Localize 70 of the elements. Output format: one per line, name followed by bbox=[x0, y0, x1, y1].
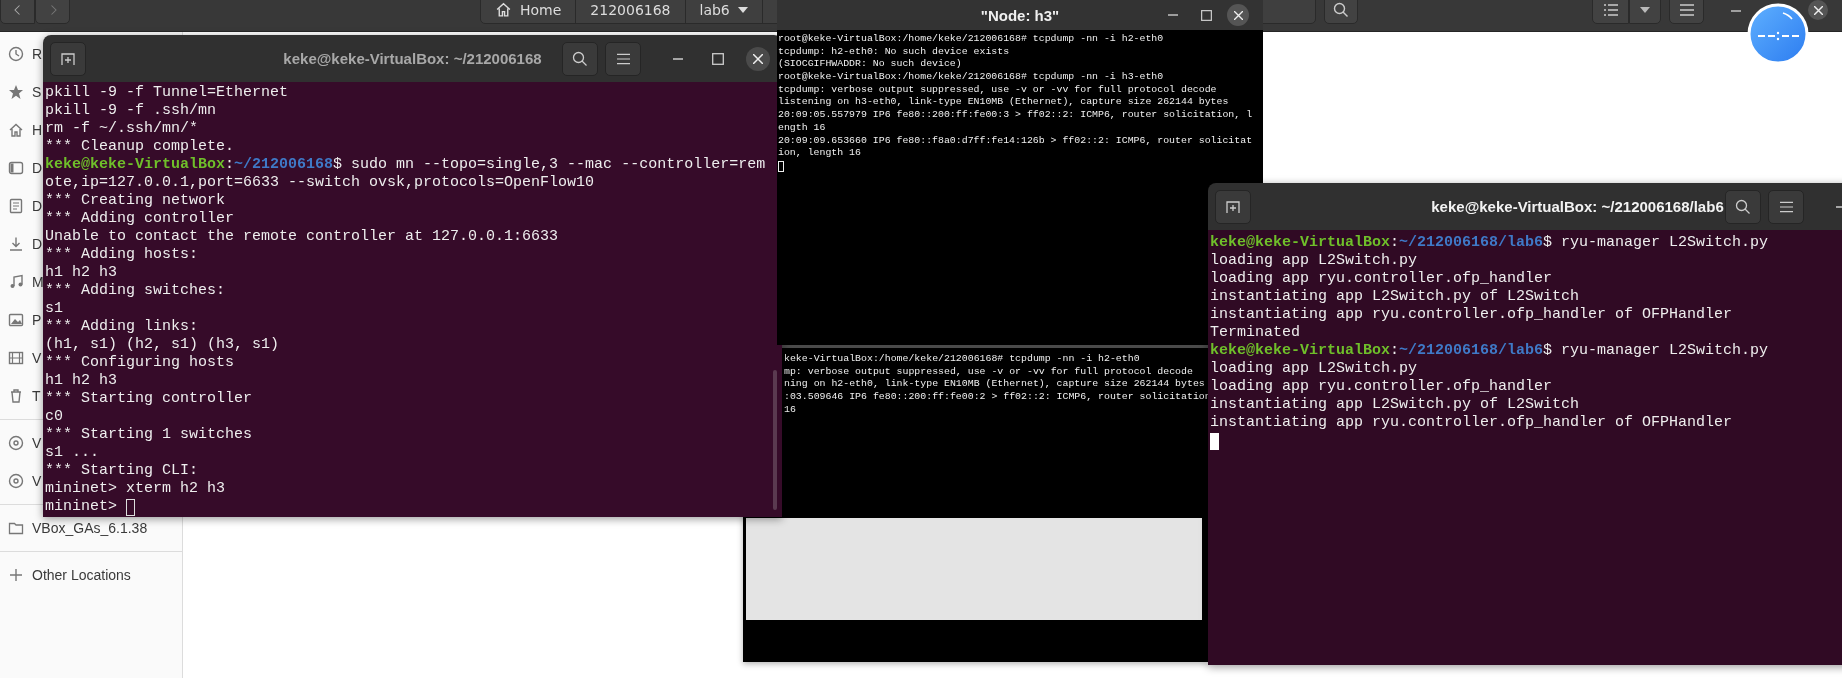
terminal-line: loading app ryu.controller.ofp_handler bbox=[1210, 378, 1553, 396]
terminal-line: listening on h3-eth0, link-type EN10MB (Ethernet), capture size 262144 bytes bbox=[778, 96, 1229, 110]
terminal-line: h1 h2 h3 bbox=[45, 372, 117, 390]
sidebar-item[interactable]: V bbox=[32, 350, 42, 366]
terminal-line: root@keke-VirtualBox:/home/keke/212006168# tcpdump -nn -i h2-eth0 bbox=[778, 33, 1164, 46]
terminal-line: pkill -9 -f Tunnel=Ethernet bbox=[45, 84, 289, 102]
terminal-line: pkill -9 -f .ssh/mn bbox=[45, 102, 217, 120]
terminal-line: rm -f ~/.ssh/mn/* bbox=[45, 120, 199, 138]
terminal-line: *** Configuring hosts bbox=[45, 354, 235, 372]
path-button[interactable]: lab6 bbox=[685, 0, 763, 23]
terminal-line: instantiating app ryu.controller.ofp_handler of OFPHandler bbox=[1210, 414, 1733, 432]
terminal-line: ion, length 16 bbox=[778, 147, 861, 160]
sidebar-item[interactable]: T bbox=[32, 388, 41, 404]
terminal-line: c0 bbox=[45, 408, 63, 426]
terminal-line: :03.509646 IP6 fe80::200:ff:fe00:2 > ff02::2: ICMP6, router solicitation bbox=[784, 391, 1211, 404]
path-button[interactable]: 212006168 bbox=[576, 0, 686, 23]
path-button[interactable]: Home bbox=[481, 0, 577, 23]
terminal-line: instantiating app L2Switch.py of L2Switch bbox=[1210, 396, 1580, 414]
terminal-line: ote,ip=127.0.0.1,port=6633 --switch ovsk,protocols=OpenFlow10 bbox=[45, 174, 595, 192]
terminal-line: root@keke-VirtualBox:/home/keke/212006168# tcpdump -nn -i h3-eth0 bbox=[778, 71, 1164, 84]
terminal-line: Terminated bbox=[1210, 324, 1300, 342]
terminal-line: keke@keke-VirtualBox:~/212006168/lab6$ ryu-manager L2Switch.py bbox=[1210, 234, 1769, 252]
sidebar-item[interactable]: S bbox=[32, 84, 42, 100]
terminal-line: keke@keke-VirtualBox:~/212006168$ sudo mn --topo=single,3 --mac --controller=rem bbox=[45, 156, 766, 174]
sidebar-item[interactable]: VBox_GAs_6.1.38 bbox=[32, 520, 148, 536]
sidebar-item[interactable]: D bbox=[32, 236, 43, 252]
terminal-line: *** Creating network bbox=[45, 192, 226, 210]
terminal-line: Unable to contact the remote controller at 127.0.0.1:6633 bbox=[45, 228, 559, 246]
terminal-line: mp: verbose output suppressed, use -v or -vv for full protocol decode bbox=[784, 365, 1193, 379]
terminal-line: *** Adding links: bbox=[45, 318, 199, 336]
terminal-line: keke-VirtualBox:/home/keke/212006168# tcpdump -nn -i h2-eth0 bbox=[784, 353, 1140, 366]
terminal-line: *** Cleanup complete. bbox=[45, 138, 235, 156]
sidebar-item[interactable]: V bbox=[32, 435, 42, 451]
sidebar-item[interactable]: Other Locations bbox=[32, 567, 131, 583]
terminal-line: ength 16 bbox=[778, 121, 826, 135]
window-title: "Node: h3" bbox=[980, 6, 1060, 24]
terminal-line: *** Adding controller bbox=[45, 210, 235, 228]
terminal-line: (SIOCGIFHWADDR: No such device) bbox=[778, 58, 962, 72]
terminal-line: s1 bbox=[45, 300, 63, 318]
terminal-line: 20:09:05.557979 IP6 fe80::200:ff:fe00:3 > ff02::2: ICMP6, router solicitation, l bbox=[778, 109, 1253, 122]
terminal-line: instantiating app ryu.controller.ofp_handler of OFPHandler bbox=[1210, 306, 1733, 324]
terminal-line: mininet> xterm h2 h3 bbox=[45, 480, 226, 498]
terminal-line: loading app ryu.controller.ofp_handler bbox=[1210, 270, 1553, 288]
terminal-line: *** Starting 1 switches bbox=[45, 426, 253, 444]
terminal-line: *** Adding hosts: bbox=[45, 246, 199, 264]
terminal-line: keke@keke-VirtualBox:~/212006168/lab6$ ryu-manager L2Switch.py bbox=[1210, 342, 1769, 360]
terminal-line: 16 bbox=[784, 403, 796, 417]
sidebar-item[interactable]: V bbox=[32, 473, 42, 489]
terminal-line: s1 ... bbox=[45, 444, 99, 462]
window-title: keke@keke-VirtualBox: ~/212006168/lab6 bbox=[1431, 198, 1724, 215]
terminal-line: *** Adding switches: bbox=[45, 282, 226, 300]
terminal-line: loading app L2Switch.py bbox=[1210, 252, 1418, 270]
terminal-line: ning on h2-eth0, link-type EN10MB (Ethernet), capture size 262144 bytes bbox=[784, 378, 1205, 392]
terminal-line: *** Starting CLI: bbox=[45, 462, 199, 480]
terminal-line: h1 h2 h3 bbox=[45, 264, 117, 282]
sidebar-item[interactable]: R bbox=[32, 46, 43, 62]
terminal-line: mininet> bbox=[45, 498, 117, 516]
terminal-line: tcpdump: h2-eth0: No such device exists bbox=[778, 45, 1010, 59]
sidebar-item[interactable]: P bbox=[32, 312, 42, 328]
sidebar-item[interactable]: M bbox=[32, 274, 44, 290]
window-title: keke@keke-VirtualBox: ~/212006168 bbox=[283, 50, 542, 67]
terminal-line: 20:09:09.653660 IP6 fe80::f8a0:d7ff:fe14:126b > ff02::2: ICMP6, router solicitat bbox=[778, 134, 1253, 148]
terminal-line: tcpdump: verbose output suppressed, use -v or -vv for full protocol decode bbox=[778, 83, 1217, 97]
sidebar-item[interactable]: D bbox=[32, 198, 43, 214]
sidebar-item[interactable]: D bbox=[32, 160, 43, 176]
terminal-line: loading app L2Switch.py bbox=[1210, 360, 1418, 378]
terminal-line: (h1, s1) (h2, s1) (h3, s1) bbox=[45, 336, 280, 354]
terminal-line: instantiating app L2Switch.py of L2Switch bbox=[1210, 288, 1580, 306]
sidebar-item[interactable]: H bbox=[32, 122, 43, 138]
terminal-line: *** Starting controller bbox=[45, 390, 253, 408]
